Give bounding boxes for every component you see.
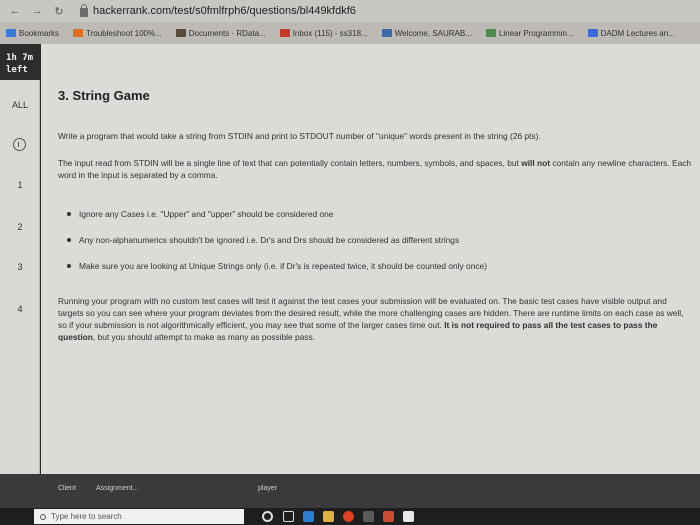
question-intro: Write a program that would take a string… (58, 131, 541, 141)
browser-address-bar: ← → ↻ hackerrank.com/test/s0fmlfrph6/que… (0, 0, 700, 22)
chrome-icon[interactable] (343, 511, 354, 522)
bookmark-icon (175, 29, 186, 37)
bookmark-icon (279, 29, 290, 37)
bookmark-item[interactable]: DADM Lectures an... (587, 28, 675, 38)
bookmark-icon (485, 29, 496, 37)
app-icon[interactable] (383, 511, 394, 522)
bookmark-item[interactable]: Bookmarks (6, 29, 59, 38)
bookmark-icon (587, 29, 598, 37)
bookmark-label: Troubleshoot 100%... (86, 28, 162, 38)
info-icon[interactable] (13, 138, 26, 151)
mail-icon[interactable] (403, 511, 414, 522)
forward-icon[interactable]: → (30, 4, 44, 18)
url-field[interactable]: hackerrank.com/test/s0fmlfrph6/questions… (80, 3, 356, 17)
bookmark-item[interactable]: Linear Programmin... (485, 28, 574, 38)
store-icon[interactable] (363, 511, 374, 522)
url-text: hackerrank.com/test/s0fmlfrph6/questions… (93, 5, 356, 17)
sidebar-item-4[interactable]: 4 (0, 304, 40, 314)
question-content: 3. String Game Write a program that woul… (41, 44, 700, 474)
list-item: Make sure you are looking at Unique Stri… (67, 261, 667, 287)
bookmark-label: Documents · RData... (188, 28, 266, 38)
bookmark-label: Linear Programmin... (498, 28, 574, 38)
list-item: Ignore any Cases i.e. "Upper" and "upper… (67, 209, 667, 235)
panel-label-assignment[interactable]: Assignment... (96, 485, 138, 492)
lock-icon (80, 3, 88, 17)
task-view-icon[interactable] (283, 511, 294, 522)
list-item: Any non-alphanumerics shouldn't be ignor… (67, 235, 667, 261)
bookmark-label: Welcome, SAURAB... (394, 28, 472, 38)
back-icon[interactable]: ← (8, 4, 22, 18)
taskbar-search-input[interactable]: Type here to search (34, 509, 244, 524)
sidebar-item-all[interactable]: ALL (0, 100, 40, 110)
input-description: The input read from STDIN will be a sing… (58, 158, 692, 180)
file-explorer-icon[interactable] (323, 511, 334, 522)
timer-text: 1h 7m left (6, 53, 34, 75)
bookmark-icon (73, 29, 84, 37)
question-title: 3. String Game (58, 88, 150, 103)
test-case-info: Running your program with no custom test… (58, 296, 684, 342)
edge-icon[interactable] (303, 511, 314, 522)
bookmark-label: DADM Lectures an... (600, 28, 675, 38)
panel-label-client[interactable]: Client (58, 485, 76, 492)
os-taskbar: Type here to search (0, 508, 700, 525)
bookmark-icon (6, 29, 16, 37)
question-nav-sidebar: 1h 7m left ALL 1 2 3 4 (0, 44, 40, 474)
bookmark-icon (381, 29, 392, 37)
rules-list: Ignore any Cases i.e. "Upper" and "upper… (67, 209, 667, 287)
sidebar-item-2[interactable]: 2 (0, 222, 40, 232)
cortana-icon[interactable] (262, 511, 273, 522)
sidebar-item-1[interactable]: 1 (0, 180, 40, 190)
search-placeholder: Type here to search (51, 512, 122, 521)
sidebar-item-3[interactable]: 3 (0, 262, 40, 272)
bookmark-label: Inbox (115) - ss318... (292, 28, 368, 38)
bookmarks-bar: Bookmarks Troubleshoot 100%... Documents ·… (0, 22, 700, 44)
reload-icon[interactable]: ↻ (52, 4, 66, 18)
bookmark-item[interactable]: Inbox (115) - ss318... (279, 28, 368, 38)
search-icon (40, 513, 46, 520)
panel-label-player[interactable]: player (258, 485, 277, 492)
bookmark-label: Bookmarks (19, 28, 60, 38)
bookmark-item[interactable]: Documents · RData... (175, 28, 266, 38)
bookmark-item[interactable]: Welcome, SAURAB... (381, 28, 472, 38)
time-remaining: 1h 7m left (0, 44, 40, 80)
editor-panel: Client Assignment... player (0, 474, 700, 508)
bookmark-item[interactable]: Troubleshoot 100%... (73, 29, 162, 38)
